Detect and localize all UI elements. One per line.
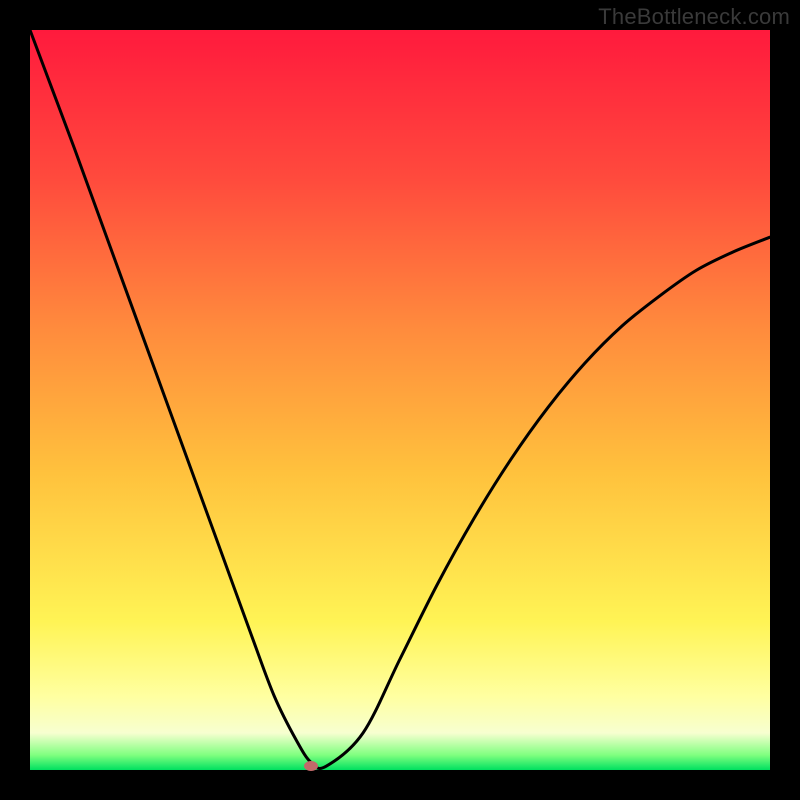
plot-area [30, 30, 770, 770]
bottleneck-curve [30, 30, 770, 770]
attribution-text: TheBottleneck.com [598, 4, 790, 30]
chart-frame: TheBottleneck.com [0, 0, 800, 800]
optimum-marker [304, 761, 318, 771]
